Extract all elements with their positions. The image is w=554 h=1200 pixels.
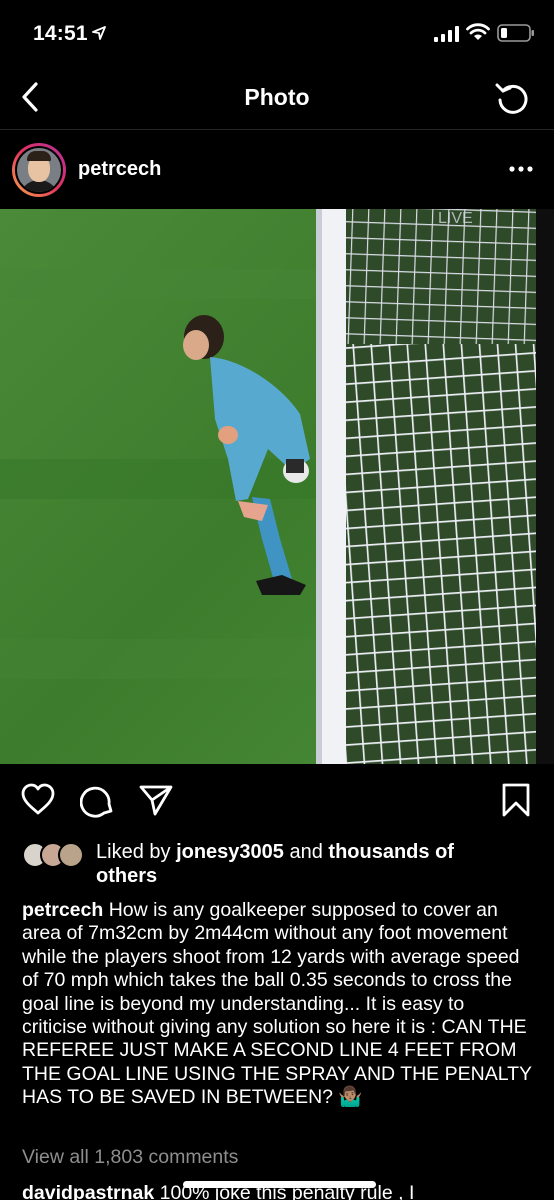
- location-arrow-icon: [92, 26, 106, 40]
- nav-bar: Photo: [0, 64, 554, 130]
- heart-icon[interactable]: [20, 782, 56, 818]
- bookmark-icon[interactable]: [498, 782, 534, 818]
- page-title: Photo: [244, 84, 310, 110]
- refresh-icon[interactable]: [494, 80, 530, 116]
- home-indicator[interactable]: [183, 1181, 376, 1188]
- wifi-icon: [466, 23, 490, 40]
- status-time: 14:51: [33, 22, 88, 45]
- post-photo[interactable]: LIVE: [0, 209, 554, 764]
- more-options-icon[interactable]: [508, 162, 534, 176]
- post-actions: [0, 764, 554, 836]
- view-all-comments-link[interactable]: View all 1,803 comments: [22, 1146, 238, 1169]
- post-header: petrcech: [0, 131, 554, 209]
- caption-username[interactable]: petrcech: [22, 899, 103, 921]
- battery-icon: [497, 24, 534, 42]
- post-username[interactable]: petrcech: [78, 158, 161, 181]
- comment-username: davidpastrnak: [22, 1182, 155, 1200]
- avatar[interactable]: [12, 143, 66, 197]
- likes-summary[interactable]: Liked by jonesy3005 and thousands of oth…: [0, 838, 554, 890]
- post-caption: petrcech How is any goalkeeper supposed …: [22, 899, 534, 1110]
- caption-text: How is any goalkeeper supposed to cover …: [22, 899, 532, 1109]
- status-bar: 14:51: [0, 0, 554, 64]
- liker-avatar: [58, 842, 84, 868]
- liker-avatars: [22, 842, 88, 868]
- avatar-photo: [15, 146, 63, 194]
- share-icon[interactable]: [138, 782, 174, 818]
- liker-username: jonesy3005: [176, 841, 284, 863]
- live-watermark: LIVE: [438, 210, 473, 227]
- likes-text: Liked by jonesy3005 and thousands of oth…: [96, 841, 454, 887]
- comment-icon[interactable]: [80, 782, 116, 818]
- cellular-signal-icon: [434, 26, 459, 42]
